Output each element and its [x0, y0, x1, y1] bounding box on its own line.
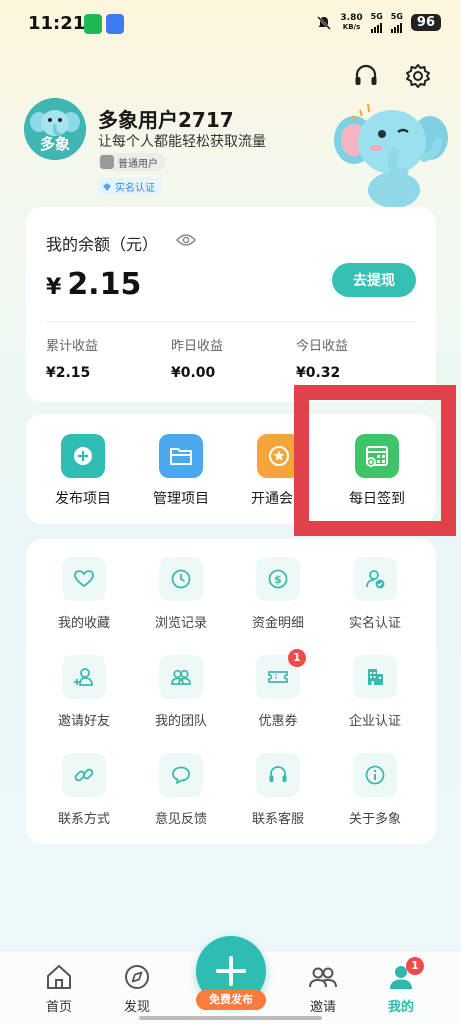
plus-circle-icon: [61, 434, 105, 478]
compass-icon: [122, 963, 152, 991]
publish-label[interactable]: 免费发布: [196, 990, 266, 1010]
mute-bell-icon: [317, 15, 332, 30]
menu-item-invite[interactable]: 邀请好友: [34, 655, 134, 729]
diamond-icon: [103, 182, 111, 191]
user-badge-icon: [100, 155, 114, 169]
avatar-label: 多象: [39, 135, 70, 153]
menu-item-real-name[interactable]: 实名认证: [325, 557, 425, 631]
dollar-icon: $: [256, 557, 300, 601]
user-type-label: 普通用户: [118, 158, 158, 170]
balance-title: 我的余额（元）: [46, 235, 159, 254]
stat-today-earnings: 今日收益 ¥0.32: [296, 339, 349, 381]
mine-badge: 1: [406, 957, 424, 975]
user-type-badge: 普通用户: [98, 153, 166, 171]
net-speed: 3.80 KB/s: [340, 12, 363, 31]
building-icon: [353, 655, 397, 699]
status-indicators: 3.80 KB/s 5G 5G 96: [316, 12, 441, 33]
avatar[interactable]: 多象: [24, 98, 86, 160]
balance-amount: ¥2.15: [46, 267, 142, 302]
user-verified-icon: [353, 557, 397, 601]
divider: [46, 321, 416, 322]
coupon-badge: 1: [288, 649, 306, 667]
menu-grid-card: 我的收藏 浏览记录 $ 资金明细 实名认证 邀请好友 我的团队 1 优惠券 企业…: [26, 539, 436, 844]
team-icon: [159, 655, 203, 699]
stat-total-earnings: 累计收益 ¥2.15: [46, 339, 99, 381]
info-icon: [353, 753, 397, 797]
settings-gear-icon[interactable]: [404, 62, 432, 90]
tab-mine[interactable]: 1 我的: [371, 957, 431, 1015]
menu-item-enterprise[interactable]: 企业认证: [325, 655, 425, 729]
sim1-signal: 5G: [370, 12, 383, 33]
home-indicator: [139, 1016, 322, 1020]
folder-icon: [159, 434, 203, 478]
menu-item-funds[interactable]: $ 资金明细: [228, 557, 328, 631]
withdraw-button[interactable]: 去提现: [332, 263, 416, 297]
app-notification-icon: [84, 14, 102, 34]
chat-icon: [159, 753, 203, 797]
verify-label: 实名认证: [115, 183, 155, 194]
heart-icon: [62, 557, 106, 601]
username: 多象用户2717: [98, 108, 234, 132]
nfc-notification-icon: [106, 14, 124, 34]
status-time: 11:21: [28, 13, 86, 34]
clock-icon: [159, 557, 203, 601]
home-icon: [44, 963, 74, 991]
menu-item-coupons[interactable]: 1 优惠券: [228, 649, 328, 729]
menu-item-history[interactable]: 浏览记录: [131, 557, 231, 631]
menu-item-contact[interactable]: 联系方式: [34, 753, 134, 827]
coupon-icon: 1: [256, 649, 306, 699]
battery-indicator: 96: [410, 14, 441, 31]
highlight-box: [294, 385, 456, 536]
menu-item-about[interactable]: 关于多象: [325, 753, 425, 827]
link-icon: [62, 753, 106, 797]
tab-invite[interactable]: 邀请: [293, 963, 353, 1015]
quick-action-publish[interactable]: 发布项目: [43, 434, 123, 508]
menu-item-favorites[interactable]: 我的收藏: [34, 557, 134, 631]
svg-text:$: $: [274, 573, 282, 586]
status-bar: 11:21 3.80 KB/s 5G 5G 96: [0, 0, 461, 48]
elephant-mascot-icon: [334, 103, 448, 208]
headset-icon: [256, 753, 300, 797]
quick-action-manage[interactable]: 管理项目: [141, 434, 221, 508]
tab-discover[interactable]: 发现: [107, 963, 167, 1015]
add-user-icon: [62, 655, 106, 699]
menu-item-team[interactable]: 我的团队: [131, 655, 231, 729]
eye-icon[interactable]: [176, 233, 196, 247]
menu-item-customer-service[interactable]: 联系客服: [228, 753, 328, 827]
profile-slogan: 让每个人都能轻松获取流量: [98, 134, 266, 150]
stat-yesterday-earnings: 昨日收益 ¥0.00: [171, 339, 224, 381]
menu-item-feedback[interactable]: 意见反馈: [131, 753, 231, 827]
invite-users-icon: [308, 963, 338, 991]
tab-home[interactable]: 首页: [29, 963, 89, 1015]
sim2-signal: 5G: [390, 12, 403, 33]
profile-icon: 1: [386, 957, 424, 991]
balance-card: 我的余额（元） ¥2.15 去提现 累计收益 ¥2.15 昨日收益 ¥0.00 …: [26, 207, 436, 402]
headset-icon[interactable]: [352, 62, 380, 90]
verify-badge[interactable]: 实名认证: [98, 178, 161, 195]
